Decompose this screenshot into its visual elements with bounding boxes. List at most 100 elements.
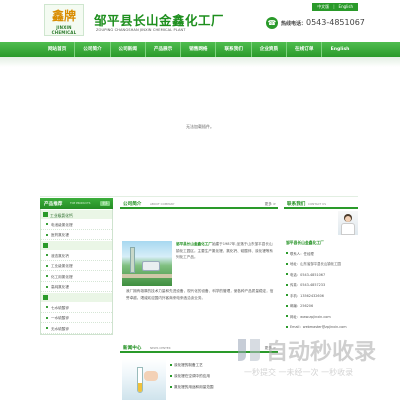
product-item[interactable]: 七水硫酸锌: [41, 302, 112, 313]
test-tube-liquid: [138, 383, 142, 392]
about-company-name: 邹平县长山金鑫化工厂: [176, 242, 212, 246]
contact-detail: 手机：13562432606: [290, 293, 324, 298]
category-bullet-icon: [43, 295, 48, 300]
item-dot-icon: [46, 285, 48, 288]
product-label: 高纯氯化锂: [51, 285, 69, 289]
item-dot-icon: [46, 327, 48, 329]
factory-photo[interactable]: [122, 241, 172, 286]
product-item[interactable]: 医药氯化锂: [41, 230, 112, 240]
lang-separator: |: [333, 4, 335, 9]
products-title-en: TOP PRODUCTS: [70, 202, 91, 205]
contact-detail: 网址：www.zpjinxin.com: [290, 314, 331, 319]
product-item[interactable]: 工业级氯化锂: [41, 261, 112, 271]
lang-chinese-link[interactable]: 中文版: [315, 4, 331, 9]
news-title: 新闻中心: [123, 346, 142, 351]
factory-tower: [130, 247, 135, 273]
product-item[interactable]: 一水硫酸锌: [41, 313, 112, 323]
watermark-subtext: 一秒提交 一未经一次 一秒收录: [244, 368, 354, 377]
main-content: 公司简介 ABOUT COMPANY 更多 > 邹平县长山金鑫化工厂始建于198…: [120, 198, 278, 400]
product-label: 无水硫酸锌: [51, 326, 69, 331]
company-name-chinese: 邹平县长山金鑫化工厂: [94, 13, 225, 28]
category-bullet-icon: [43, 243, 48, 248]
contact-detail: 地址：山东省邹平县长山镇化工园: [290, 262, 341, 266]
item-dot-icon: [46, 316, 48, 319]
product-sidebar: 产品推荐 TOP PRODUCTS 更多 工业级氯化钙 电池级氯化锂医药氯化锂液态…: [40, 198, 113, 335]
news-dot-icon: [170, 375, 172, 377]
factory-road: [122, 274, 172, 278]
main-nav: 网站首页 公司简介 公司新闻 产品展示 销售网络 联系我们 企业资质 在线订单 English: [0, 42, 400, 57]
product-item[interactable]: 电池级氯化锂: [41, 219, 112, 230]
contact-dot-icon: [286, 283, 288, 286]
news-dot-icon: [170, 386, 172, 388]
product-item[interactable]: 高纯氯化锂: [41, 282, 112, 292]
product-item[interactable]: 液态氯化钙: [41, 250, 112, 261]
hotline-label: 热线电话：: [281, 21, 307, 27]
language-switcher: 中文版 | English: [312, 3, 358, 11]
news-headline: 溴化锂在空调中的应用: [174, 373, 210, 378]
company-name-english: ZOUPING CHANGSHAN JINXIN CHEMICAL PLANT: [96, 28, 186, 32]
contact-dot-icon: [286, 273, 288, 275]
lang-english-link[interactable]: English: [337, 4, 355, 9]
lab-photo[interactable]: [122, 359, 166, 400]
contact-dot-icon: [286, 315, 288, 317]
contact-detail: 邮编：256206: [290, 304, 314, 308]
product-label: 工业级氯化锂: [51, 264, 73, 268]
product-category-header[interactable]: [41, 292, 112, 302]
about-intro: 邹平县长山金鑫化工厂始建于1987年,坐落于山东邹平县长山镇化工园区。主要生产氯…: [176, 241, 276, 261]
nav-item[interactable]: 网站首页: [40, 42, 76, 57]
nav-item[interactable]: 公司简介: [75, 42, 111, 57]
content-divider: [40, 196, 358, 197]
nav-item[interactable]: 产品展示: [146, 42, 182, 57]
company-logo[interactable]: 鑫牌 JINXIN CHEMICAL: [44, 4, 84, 36]
contact-detail: Email：webmaster@zpjinxin.com: [290, 325, 347, 329]
customer-service-photo: [338, 211, 358, 235]
nav-items: 网站首页 公司简介 公司新闻 产品展示 销售网络 联系我们 企业资质 在线订单 English: [40, 42, 358, 57]
product-label: 医药氯化锂: [51, 233, 69, 237]
watermark-overlay: 自动秒收录 一秒提交 一未经一次 一秒收录: [234, 330, 394, 388]
contact-row: 手机：13562432606: [286, 291, 358, 302]
item-dot-icon: [46, 254, 48, 256]
contact-detail: 联系人：任经理: [290, 251, 314, 256]
product-label: 化工用氯化锂: [51, 274, 73, 279]
news-title-en: NEWS CENTER: [150, 346, 171, 350]
watermark-text: 自动秒收录: [266, 340, 377, 365]
product-label: 一水硫酸锌: [51, 316, 69, 320]
product-category-header[interactable]: 工业级氯化钙: [41, 209, 112, 219]
nav-item[interactable]: 联系我们: [216, 42, 252, 57]
item-dot-icon: [46, 233, 48, 236]
item-dot-icon: [46, 264, 48, 267]
phone-icon: ☎: [266, 17, 278, 29]
nav-item[interactable]: 销售网络: [181, 42, 217, 57]
contact-dot-icon: [286, 294, 288, 296]
contact-details: 联系人：任经理 地址：山东省邹平县长山镇化工园 电话：0543-4851067 传真：…: [286, 249, 358, 333]
contact-company-name: 邹平县长山金鑫化工厂: [286, 240, 324, 245]
product-label: 七水硫酸锌: [51, 305, 69, 310]
product-category-header[interactable]: [41, 240, 112, 250]
gloved-hand: [144, 371, 158, 381]
product-item[interactable]: 无水硫酸锌: [41, 323, 112, 334]
contact-dot-icon: [286, 304, 288, 307]
plugin-error-message: 无法加载插件。: [186, 124, 214, 129]
contact-row: 电话：0543-4851067: [286, 270, 358, 281]
nav-item[interactable]: 在线订单: [287, 42, 323, 57]
product-label: 液态氯化钙: [51, 253, 69, 258]
item-dot-icon: [46, 223, 48, 225]
contact-section-header: 联系我们 CONTACT US: [284, 198, 358, 209]
contact-row: 邮编：256206: [286, 302, 358, 313]
contact-detail: 电话：0543-4851067: [290, 272, 326, 277]
product-item[interactable]: 化工用氯化锂: [41, 271, 112, 282]
products-more-button[interactable]: 更多: [100, 201, 110, 206]
about-para2: 我厂拥有雄厚的技术力量和先进设备，现代化的设备、科学的管理，使各种产品质量稳定，…: [126, 289, 274, 300]
contact-sidebar: 联系我们 CONTACT US 邹平县长山金鑫化工厂 联系人：任经理地址：山东省…: [284, 198, 358, 329]
products-panel-title: 产品推荐 TOP PRODUCTS 更多: [40, 198, 113, 209]
item-dot-icon: [46, 306, 48, 308]
contact-title-en: CONTACT US: [308, 202, 326, 206]
nav-item[interactable]: 企业资质: [252, 42, 288, 57]
about-more-link[interactable]: 更多 >: [265, 202, 276, 207]
nav-item[interactable]: English: [322, 42, 357, 57]
nav-item[interactable]: 公司新闻: [111, 42, 146, 57]
about-title: 公司简介: [123, 202, 142, 207]
factory-tank: [142, 261, 160, 271]
about-section-header: 公司简介 ABOUT COMPANY 更多 >: [120, 198, 278, 209]
contact-title: 联系我们: [287, 202, 306, 207]
